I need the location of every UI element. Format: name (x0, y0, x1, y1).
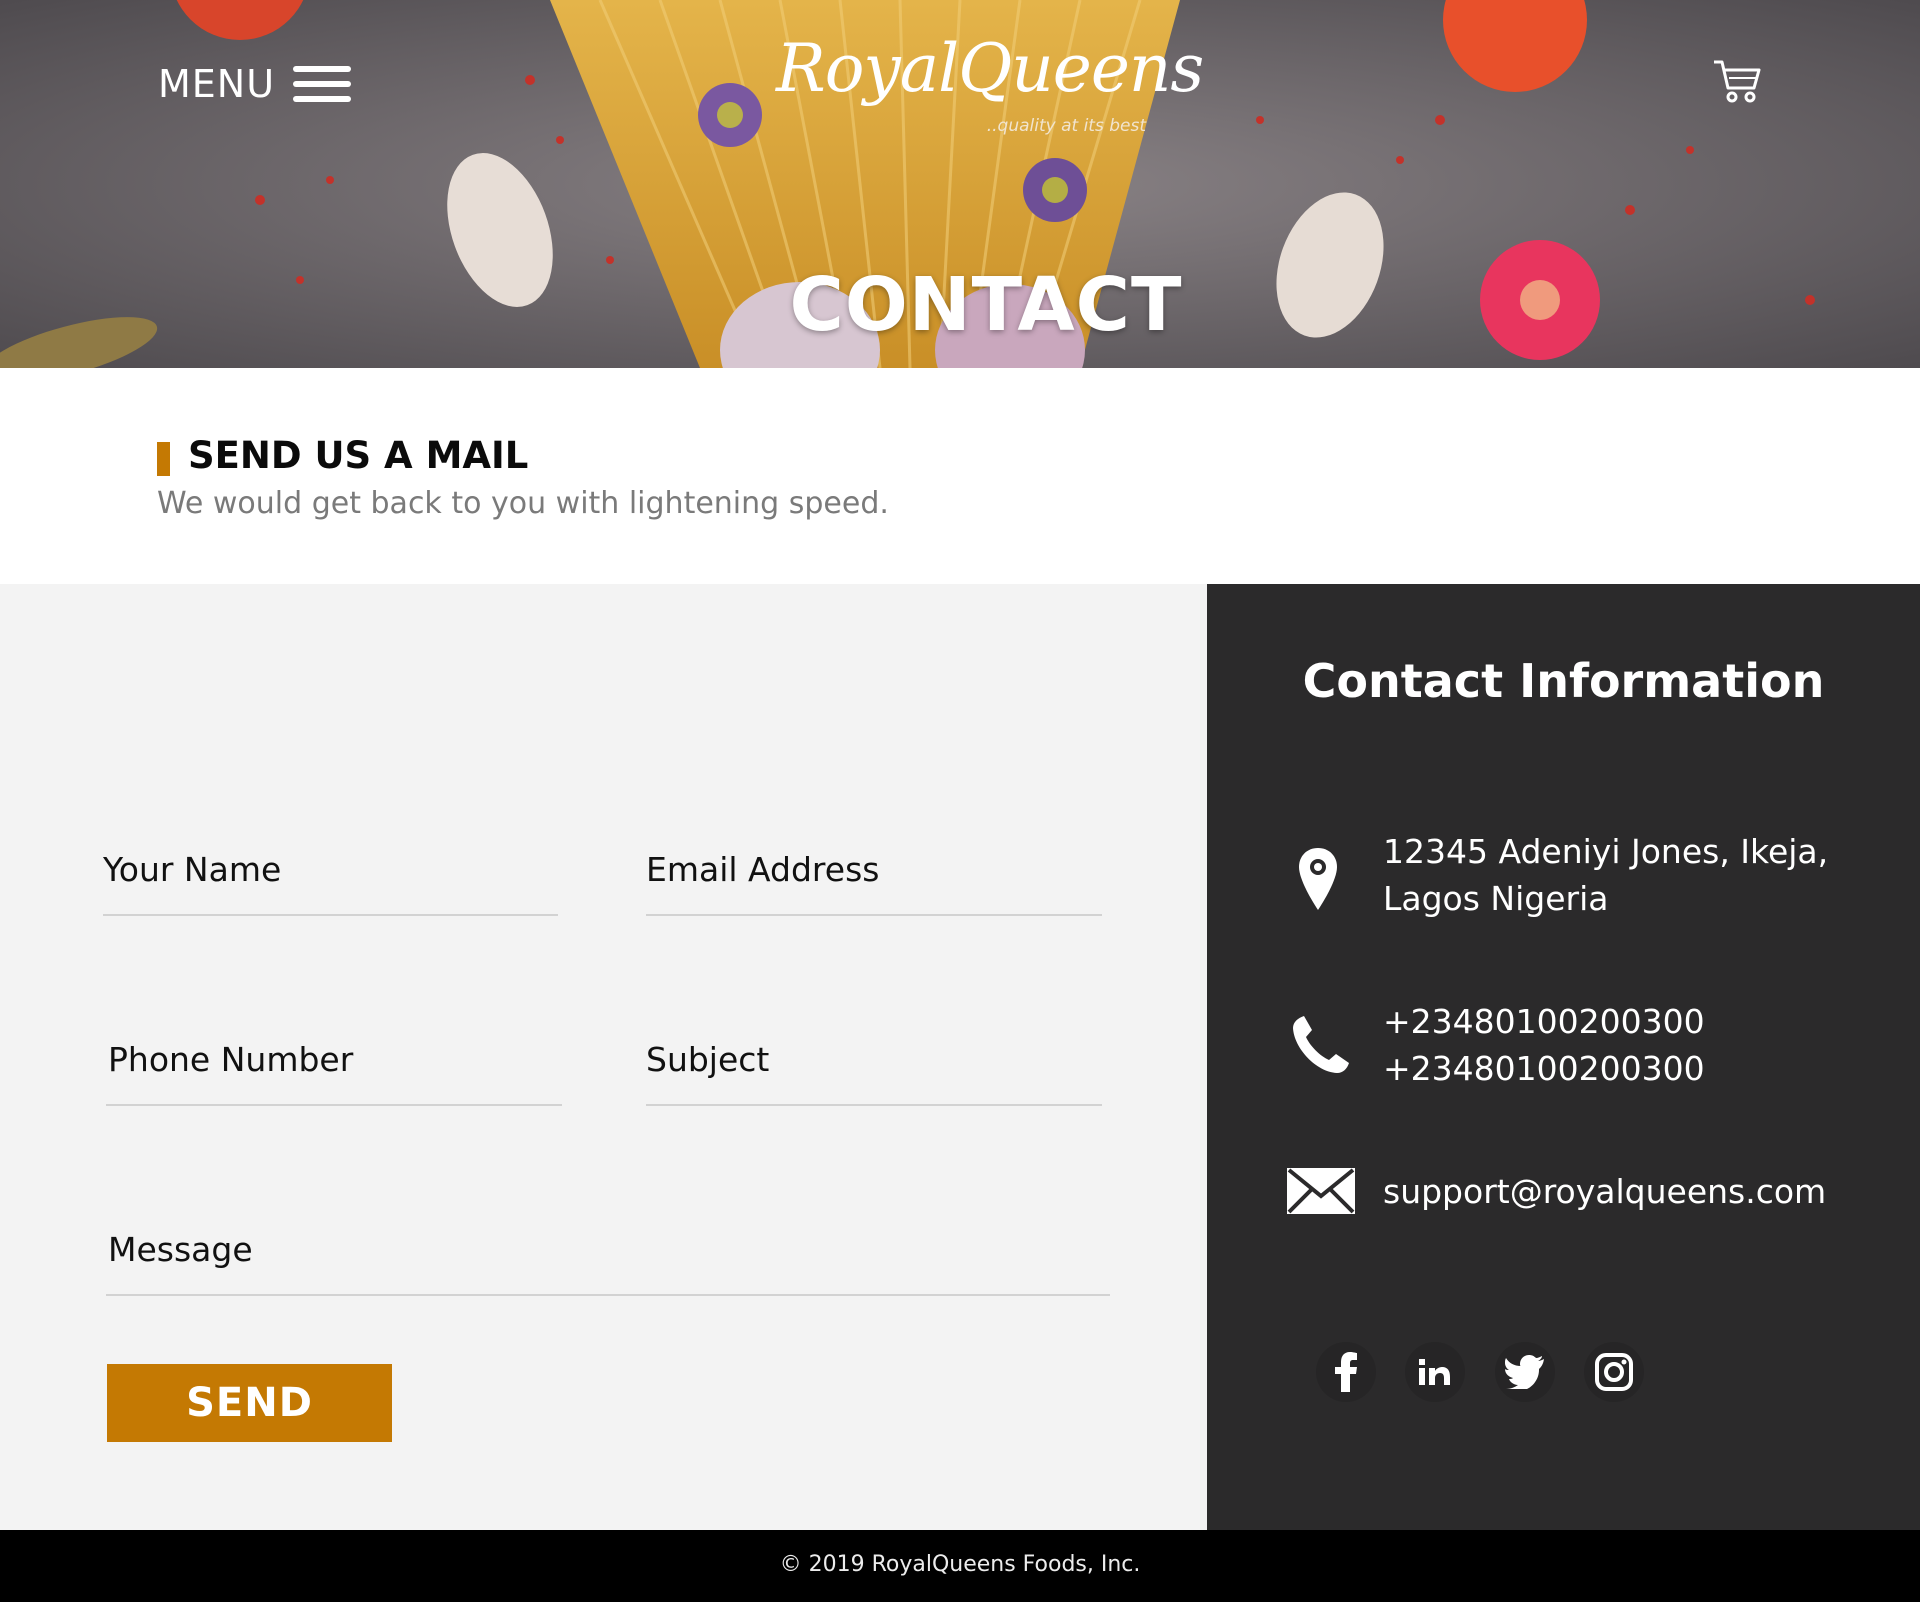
linkedin-link[interactable] (1405, 1342, 1465, 1402)
phone-input[interactable] (106, 1040, 562, 1106)
facebook-icon (1335, 1352, 1357, 1392)
page-title: CONTACT (0, 262, 1920, 348)
cart-icon (1714, 60, 1761, 103)
section-subtitle: We would get back to you with lightening… (157, 486, 889, 521)
email-field-underline (646, 914, 1102, 916)
email-input[interactable] (646, 850, 1102, 916)
contact-info-title: Contact Information (1302, 654, 1825, 708)
phone-number-1[interactable]: +23480100200300 (1383, 998, 1705, 1045)
twitter-icon (1505, 1355, 1544, 1389)
subject-field-underline (646, 1104, 1102, 1106)
intro-section: SEND US A MAIL We would get back to you … (0, 368, 1920, 584)
section-title: SEND US A MAIL (188, 434, 529, 477)
address-line-2: Lagos Nigeria (1383, 879, 1609, 918)
message-field[interactable]: Message (106, 1230, 1110, 1296)
instagram-icon (1595, 1353, 1633, 1391)
contact-info-panel: Contact Information 12345 Adeniyi Jones,… (1207, 584, 1920, 1530)
send-button[interactable]: SEND (107, 1364, 392, 1442)
name-input[interactable] (103, 850, 558, 916)
phone-icon (1293, 1016, 1349, 1073)
instagram-link[interactable] (1584, 1342, 1644, 1402)
twitter-link[interactable] (1495, 1342, 1555, 1402)
name-field[interactable]: Your Name (103, 850, 558, 916)
email-text[interactable]: support@royalqueens.com (1383, 1168, 1826, 1215)
hero-banner: MENU RoyalQueens ..quality at its best C… (0, 0, 1920, 368)
logo-text: RoyalQueens (776, 30, 1204, 107)
mail-icon (1287, 1168, 1355, 1214)
phone-field[interactable]: Phone Number (106, 1040, 562, 1106)
address-line-1: 12345 Adeniyi Jones, Ikeja, (1383, 832, 1829, 871)
facebook-link[interactable] (1316, 1342, 1376, 1402)
phone-numbers: +23480100200300 +23480100200300 (1383, 998, 1705, 1092)
phone-number-2[interactable]: +23480100200300 (1383, 1045, 1705, 1092)
message-field-underline (106, 1294, 1110, 1296)
name-field-underline (103, 914, 558, 916)
copyright-text: © 2019 RoyalQueens Foods, Inc. (779, 1552, 1141, 1577)
page-title-text: CONTACT (789, 262, 1183, 348)
linkedin-icon (1419, 1359, 1450, 1385)
hamburger-icon (293, 66, 352, 102)
phone-field-underline (106, 1104, 562, 1106)
brand-logo[interactable]: RoyalQueens ..quality at its best (776, 24, 1204, 144)
subject-field[interactable]: Subject (646, 1040, 1102, 1106)
cart-button[interactable] (1712, 58, 1762, 104)
logo-tagline: ..quality at its best (986, 116, 1146, 136)
email-field[interactable]: Email Address (646, 850, 1102, 916)
address-text: 12345 Adeniyi Jones, Ikeja, Lagos Nigeri… (1383, 828, 1828, 922)
location-pin-icon (1299, 848, 1337, 910)
menu-button[interactable]: MENU (158, 62, 352, 106)
footer: © 2019 RoyalQueens Foods, Inc. (0, 1530, 1920, 1602)
accent-bar (157, 442, 170, 476)
message-input[interactable] (106, 1230, 1110, 1296)
subject-input[interactable] (646, 1040, 1102, 1106)
menu-label: MENU (158, 62, 276, 106)
